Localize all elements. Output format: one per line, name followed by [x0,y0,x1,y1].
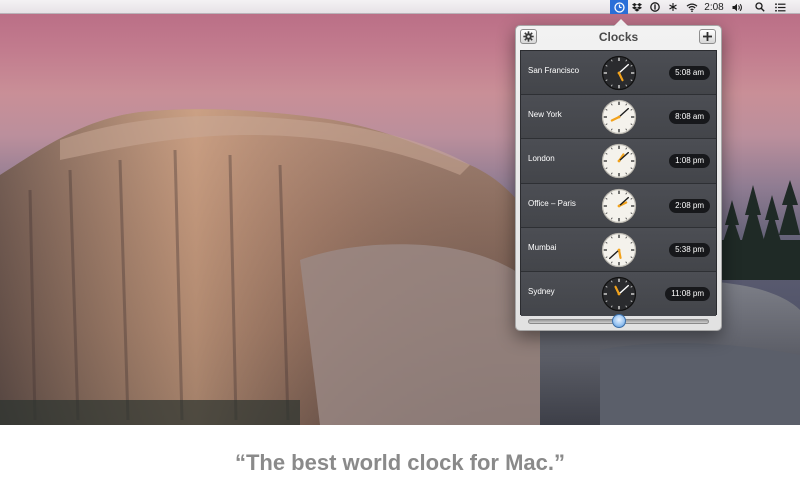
tagline: “The best world clock for Mac.” [234,449,566,475]
analog-clock-face-icon [601,55,637,91]
clock-time-readout: 11:08 pm [665,286,710,301]
clock-row[interactable]: San Francisco 5:08 am [521,51,716,96]
clock-time-readout: 2:08 pm [669,198,710,213]
gear-icon [523,31,534,42]
clock-city-label: Sydney [528,286,555,296]
analog-clock-face-icon [601,188,637,223]
clock-time-readout: 5:08 am [669,66,710,80]
clock-row[interactable]: Mumbai 5:38 pm [521,227,716,272]
volume-icon [732,3,742,11]
clock-time-readout: 8:08 am [669,110,710,125]
popover-arrow [614,19,628,26]
popover-header: Clocks [516,26,721,48]
asterisk-icon [669,3,677,11]
analog-clock-face-icon [601,232,637,267]
menubar-clock[interactable]: 2:08 [702,0,726,14]
settings-button[interactable] [520,29,537,44]
analog-clock-face-icon [601,276,637,312]
dropbox-menu-icon[interactable] [630,0,644,14]
analog-clock-face-icon [601,144,637,179]
wifi-menu-icon[interactable] [684,0,700,14]
onepassword-icon [650,2,660,12]
clock-row[interactable]: London 1:08 pm [521,139,716,184]
clock-city-label: Office – Paris [528,198,576,208]
add-clock-button[interactable] [699,29,716,44]
plus-icon [703,32,712,41]
clock-row[interactable]: New York 8:08 am [521,95,716,140]
clock-row[interactable]: Office – Paris 2:08 pm [521,183,716,228]
clock-city-label: San Francisco [528,66,580,75]
clock-city-label: New York [528,110,562,120]
onepassword-menu-icon[interactable] [648,0,662,14]
clock-time-readout: 5:38 pm [669,242,710,257]
volume-menu-icon[interactable] [730,0,744,14]
spotlight-search-icon [755,2,765,12]
clock-city-label: Mumbai [528,242,557,252]
clock-row[interactable]: Sydney 11:08 pm [521,271,716,317]
clock-city-label: London [528,154,555,164]
clock-list: San Francisco 5:08 am New York 8:08 am Londo… [520,50,717,317]
notification-center-menu-icon[interactable] [772,0,788,14]
clocks-menu-icon[interactable] [610,0,628,14]
time-slider-knob[interactable] [611,314,626,328]
wifi-icon [686,3,698,12]
dropbox-icon [632,2,642,12]
spotlight-menu-icon[interactable] [753,0,767,14]
menu-bar: 2:08 [0,0,800,14]
analog-clock-face-icon [601,100,637,135]
clocks-popover: Clocks San Francisco 5:08 am New York 8:08 … [515,19,722,331]
clocks-app-icon [613,1,625,13]
asterisk-menu-icon[interactable] [666,0,680,14]
popover-title: Clocks [598,30,639,44]
clock-time-readout: 1:08 pm [669,154,710,169]
notification-center-icon [774,2,785,12]
